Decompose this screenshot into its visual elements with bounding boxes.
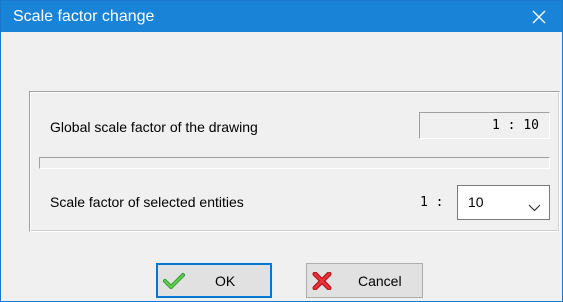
ok-button[interactable]: OK	[156, 263, 272, 298]
title-bar[interactable]: Scale factor change	[1, 1, 562, 32]
selected-scale-dropdown[interactable]: 10	[457, 185, 550, 220]
selected-scale-label: Scale factor of selected entities	[50, 194, 244, 210]
close-icon	[532, 10, 546, 24]
cancel-button-label: Cancel	[358, 273, 402, 289]
checkmark-icon	[163, 272, 185, 293]
global-scale-value-text: 1 : 10	[492, 118, 539, 133]
close-button[interactable]	[516, 1, 562, 32]
scale-factor-dialog: Scale factor change Global scale factor …	[0, 0, 563, 302]
chevron-down-icon[interactable]	[528, 199, 541, 215]
cancel-button[interactable]: Cancel	[306, 263, 423, 298]
ok-button-label: OK	[215, 273, 236, 289]
selected-scale-value: 10	[468, 194, 484, 210]
selected-scale-prefix: 1 :	[420, 195, 444, 210]
dialog-title: Scale factor change	[13, 8, 155, 25]
global-scale-value: 1 : 10	[419, 112, 550, 139]
red-x-icon	[312, 271, 332, 293]
global-scale-label: Global scale factor of the drawing	[50, 119, 258, 135]
separator	[39, 157, 550, 169]
